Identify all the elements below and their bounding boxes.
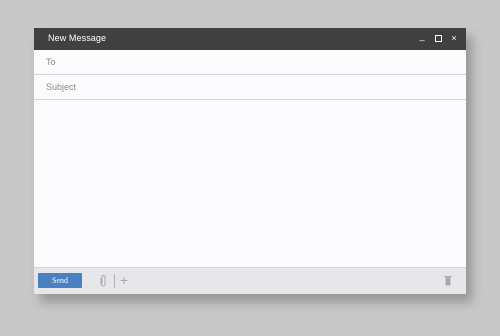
window-title: New Message <box>48 33 107 43</box>
trash-icon[interactable] <box>444 275 452 286</box>
title-bar: New Message _ × <box>34 28 466 50</box>
message-body[interactable] <box>34 100 466 268</box>
subject-label: Subject <box>46 82 77 92</box>
toolbar-divider <box>114 274 115 288</box>
to-field[interactable]: To <box>34 50 466 75</box>
subject-field[interactable]: Subject <box>34 75 466 100</box>
send-button[interactable]: Send <box>38 273 82 288</box>
paperclip-icon[interactable] <box>98 274 108 288</box>
add-icon[interactable]: + <box>120 273 130 287</box>
minimize-icon[interactable]: _ <box>418 32 426 44</box>
close-icon[interactable]: × <box>450 32 458 44</box>
maximize-icon[interactable] <box>434 32 442 44</box>
compose-window: New Message _ × To Subject Send + <box>34 28 466 294</box>
bottom-toolbar: Send + <box>34 267 466 294</box>
window-controls: _ × <box>418 32 458 44</box>
to-label: To <box>46 57 56 67</box>
